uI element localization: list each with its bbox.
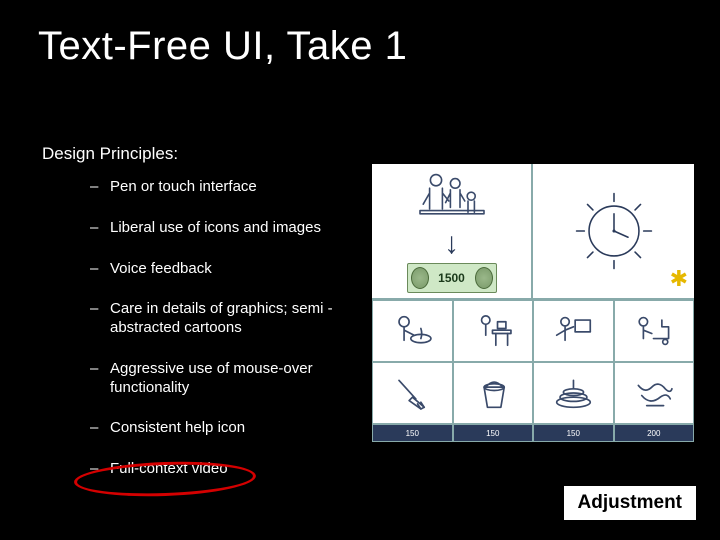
section-heading: Design Principles: xyxy=(42,144,178,164)
bullet-item: Liberal use of icons and images xyxy=(90,219,380,238)
adjustment-button[interactable]: Adjustment xyxy=(562,484,699,522)
bullet-item: Aggressive use of mouse-over functionali… xyxy=(90,360,380,398)
clock-icon xyxy=(575,192,653,270)
banknote-icon: 1500 xyxy=(407,263,497,293)
bullet-item: Pen or touch interface xyxy=(90,178,380,197)
grid-cell xyxy=(614,362,695,424)
arrow-down-icon: ↓ xyxy=(444,229,459,259)
star-icon: ✱ xyxy=(670,266,688,292)
job-grid: 150 150 150 200 xyxy=(372,300,694,442)
grid-cell xyxy=(453,300,534,362)
laundry-icon xyxy=(626,372,681,414)
grid-cell xyxy=(533,300,614,362)
bullet-item: Full-context video xyxy=(90,460,380,479)
illustration-panel: ↓ 1500 ✱ xyxy=(372,164,694,442)
bullet-item: Care in details of graphics; semi -abstr… xyxy=(90,300,380,338)
dishes-icon xyxy=(546,372,601,414)
grid-caption: 150 xyxy=(372,424,453,442)
grid-cell xyxy=(372,362,453,424)
grid-caption: 150 xyxy=(533,424,614,442)
bullet-item: Voice feedback xyxy=(90,260,380,279)
grid-cell xyxy=(533,362,614,424)
grid-cell xyxy=(614,300,695,362)
bucket-icon xyxy=(465,372,520,414)
money-amount: 1500 xyxy=(438,271,465,285)
desk-icon xyxy=(465,310,520,352)
broom-icon xyxy=(385,372,440,414)
bullet-item: Consistent help icon xyxy=(90,419,380,438)
grid-caption: 150 xyxy=(453,424,534,442)
bullet-list: Pen or touch interface Liberal use of ic… xyxy=(90,178,380,501)
panel-household: ↓ 1500 xyxy=(372,164,533,298)
slide-title: Text-Free UI, Take 1 xyxy=(38,24,407,69)
panel-clock: ✱ xyxy=(533,164,694,298)
cook-icon xyxy=(385,310,440,352)
grid-cell xyxy=(372,300,453,362)
sew-icon xyxy=(626,310,681,352)
work-icon xyxy=(546,310,601,352)
grid-caption: 200 xyxy=(614,424,695,442)
grid-cell xyxy=(453,362,534,424)
family-icon xyxy=(412,169,492,225)
